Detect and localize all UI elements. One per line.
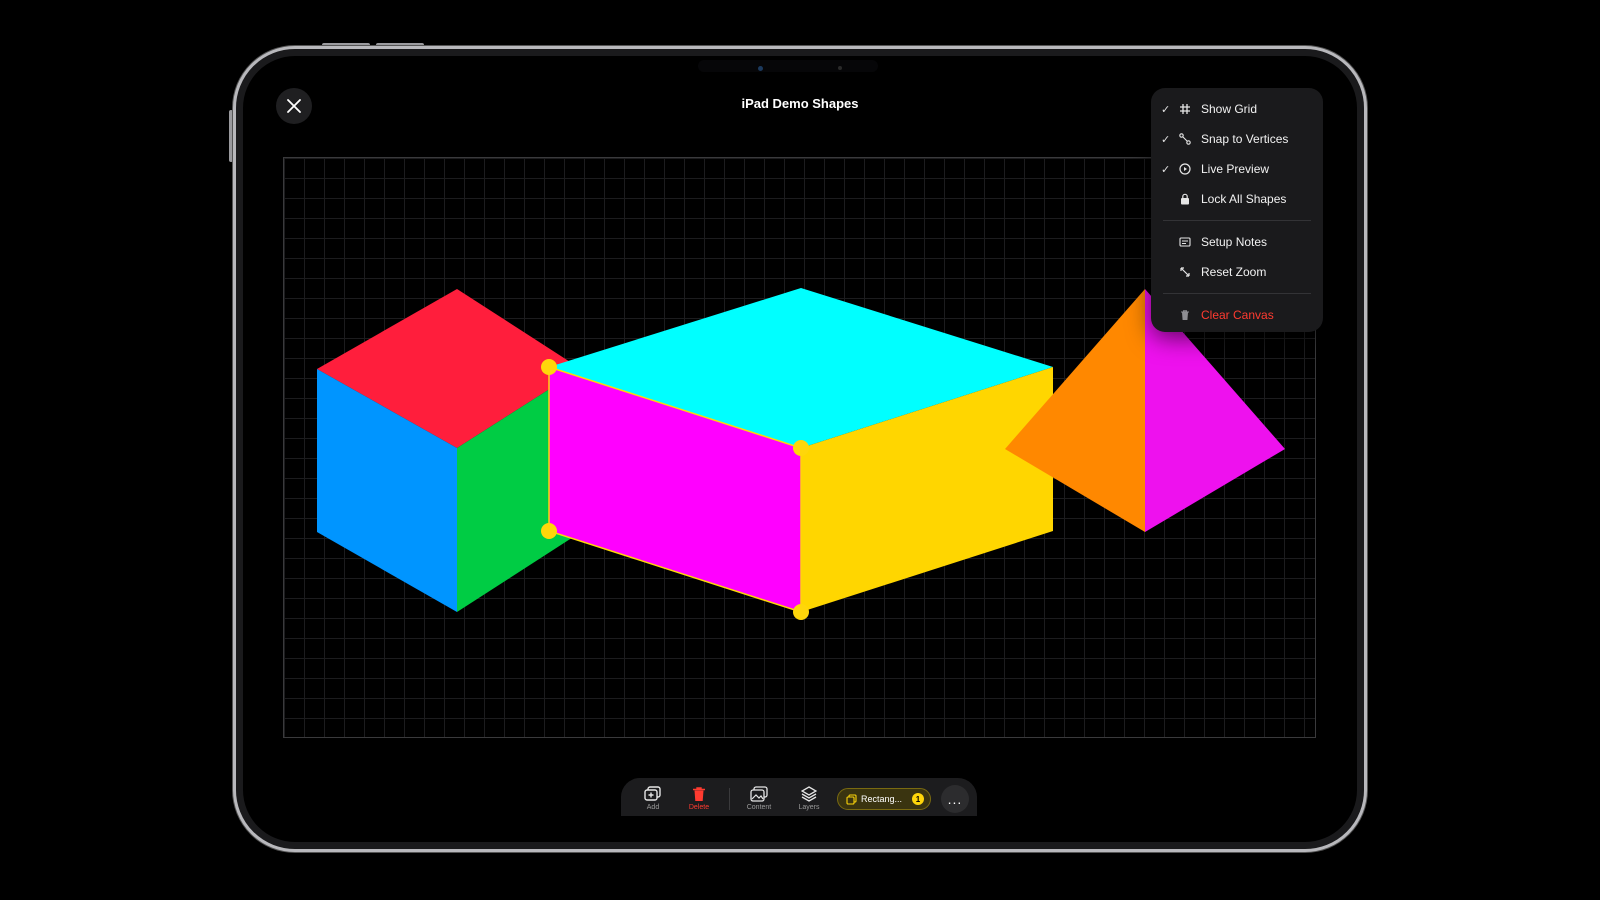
close-button[interactable] — [276, 88, 312, 124]
options-menu: ✓ Show Grid ✓ Snap to Vertices ✓ Live Pr… — [1151, 88, 1323, 332]
layers-icon — [801, 786, 817, 802]
add-label: Add — [646, 804, 660, 811]
delete-button[interactable]: Delete — [677, 778, 721, 816]
menu-item-snap-to-vertices[interactable]: ✓ Snap to Vertices — [1151, 124, 1323, 154]
menu-item-lock-all-shapes[interactable]: Lock All Shapes — [1151, 184, 1323, 214]
photo-stack-icon — [750, 786, 768, 802]
add-icon — [644, 786, 661, 801]
lock-icon — [1178, 192, 1192, 206]
menu-item-label: Show Grid — [1201, 102, 1258, 116]
content-button[interactable]: Content — [737, 778, 781, 816]
selection-handle[interactable] — [793, 440, 809, 456]
layers-label: Layers — [798, 804, 820, 811]
camera-housing — [698, 60, 878, 72]
menu-item-label: Snap to Vertices — [1201, 132, 1289, 146]
layers-button[interactable]: Layers — [787, 778, 831, 816]
checkmark-icon: ✓ — [1161, 103, 1171, 116]
more-button[interactable]: ... — [941, 785, 969, 813]
selection-handle[interactable] — [793, 604, 809, 620]
menu-item-reset-zoom[interactable]: Reset Zoom — [1151, 257, 1323, 287]
menu-divider — [1163, 293, 1311, 294]
checkmark-icon: ✓ — [1161, 163, 1171, 176]
shape-copy-icon — [846, 793, 857, 805]
delete-label: Delete — [688, 804, 710, 811]
grid-icon — [1178, 102, 1192, 116]
content-label: Content — [746, 804, 772, 811]
menu-item-setup-notes[interactable]: Setup Notes — [1151, 227, 1323, 257]
menu-item-clear-canvas[interactable]: Clear Canvas — [1151, 300, 1323, 330]
vertex-icon — [1178, 132, 1192, 146]
menu-item-label: Reset Zoom — [1201, 265, 1267, 279]
reset-zoom-icon — [1178, 265, 1192, 279]
checkmark-icon: ✓ — [1161, 133, 1171, 146]
toolbar-divider — [729, 788, 730, 810]
close-icon — [287, 99, 301, 113]
menu-item-live-preview[interactable]: ✓ Live Preview — [1151, 154, 1323, 184]
menu-item-show-grid[interactable]: ✓ Show Grid — [1151, 94, 1323, 124]
trash-icon — [1178, 308, 1192, 322]
selection-count-badge: 1 — [912, 793, 924, 805]
sensor — [838, 66, 842, 70]
front-camera — [758, 66, 763, 71]
page-title: iPad Demo Shapes — [741, 96, 859, 111]
notes-icon — [1178, 235, 1192, 249]
trash-icon — [693, 787, 705, 801]
menu-item-label: Lock All Shapes — [1201, 192, 1287, 206]
selection-pill[interactable]: Rectang... 1 — [837, 788, 931, 810]
bottom-toolbar: Add Delete Content Layers Rectang... 1 .… — [621, 778, 977, 816]
selection-label: Rectang... — [861, 794, 903, 804]
add-button[interactable]: Add — [631, 778, 675, 816]
menu-item-label: Clear Canvas — [1201, 308, 1274, 322]
selection-handle[interactable] — [541, 359, 557, 375]
selection-handle[interactable] — [541, 523, 557, 539]
menu-item-label: Live Preview — [1201, 162, 1270, 176]
menu-item-label: Setup Notes — [1201, 235, 1268, 249]
menu-divider — [1163, 220, 1311, 221]
play-circle-icon — [1178, 162, 1192, 176]
